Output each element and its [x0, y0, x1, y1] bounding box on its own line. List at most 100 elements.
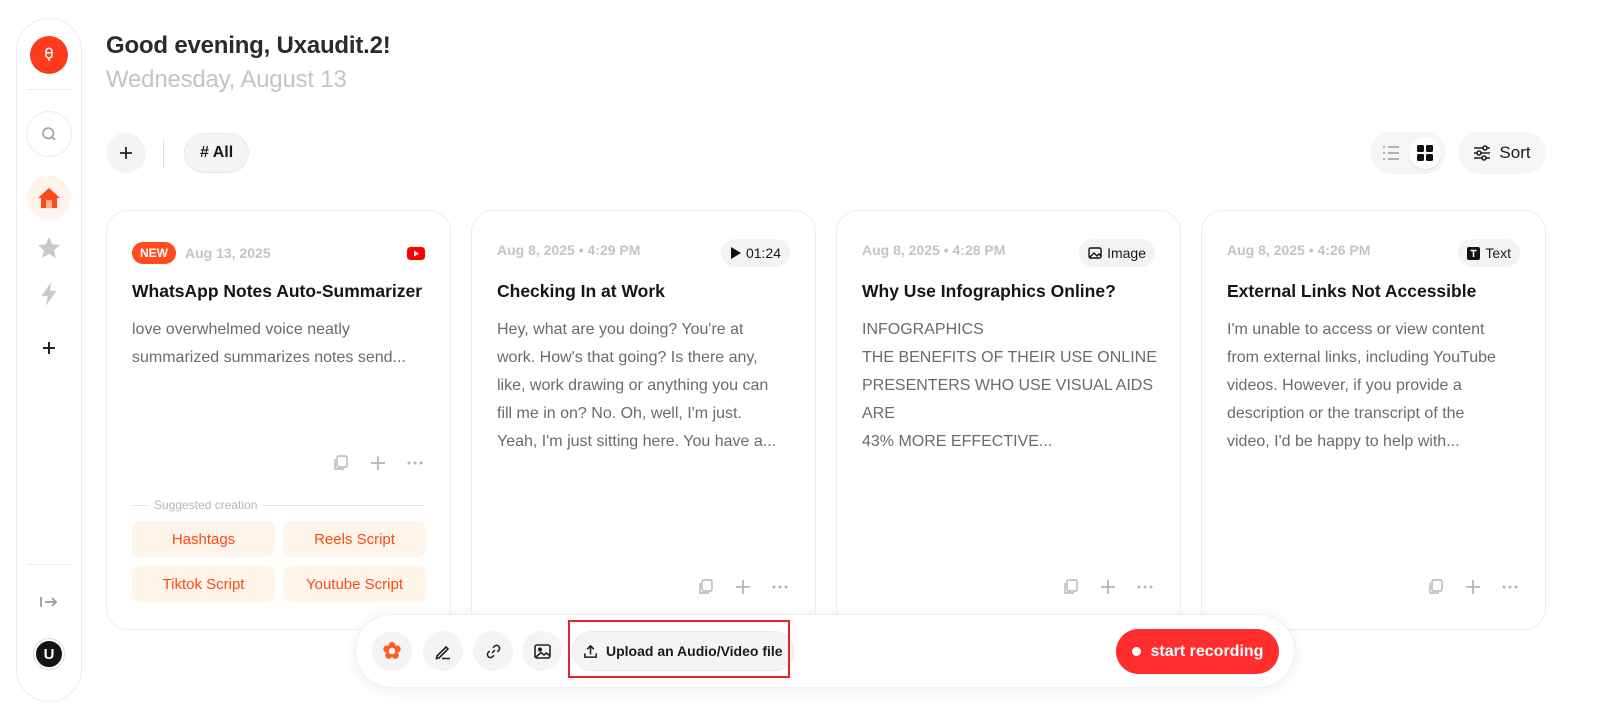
plus-icon: [736, 580, 750, 594]
plus-icon: [43, 342, 55, 354]
tag-filter-all[interactable]: # All: [184, 133, 250, 173]
plus-icon: [120, 147, 132, 159]
add-to-collection-button[interactable]: [369, 454, 387, 472]
card-preview-line: from external links, including YouTube: [1227, 349, 1496, 366]
more-options-button[interactable]: [1501, 578, 1519, 596]
sidebar-item-home[interactable]: [27, 176, 71, 220]
card-meta: Aug 8, 2025 • 4:29 PM: [497, 242, 640, 258]
card-actions: [1062, 578, 1154, 596]
card-meta: Aug 8, 2025 • 4:26 PM: [1227, 242, 1370, 258]
new-badge: NEW: [132, 242, 176, 264]
card-preview-line: Yeah, I'm just sitting here. You have a.…: [497, 433, 777, 450]
note-card[interactable]: Aug 8, 2025 • 4:26 PM Text External Link…: [1201, 210, 1546, 630]
add-to-collection-button[interactable]: [734, 578, 752, 596]
card-preview: INFOGRAPHICS THE BENEFITS OF THEIR USE O…: [862, 316, 1158, 456]
app-logo[interactable]: [30, 36, 68, 74]
start-recording-label: start recording: [1150, 642, 1264, 660]
card-preview: I'm unable to access or view content fro…: [1227, 316, 1523, 456]
note-card[interactable]: NEW Aug 13, 2025 WhatsApp Notes Auto-Sum…: [106, 210, 451, 630]
card-title: WhatsApp Notes Auto-Summarizer: [132, 281, 423, 301]
add-image-button[interactable]: [522, 631, 562, 671]
card-preview-line: summarized summarizes notes send...: [132, 349, 406, 366]
suggestion-chip-tiktok-script[interactable]: Tiktok Script: [132, 566, 275, 602]
search-button[interactable]: [26, 111, 72, 157]
sort-button[interactable]: Sort: [1458, 132, 1546, 174]
grid-view-button[interactable]: [1409, 137, 1441, 169]
plus-icon: [1101, 580, 1115, 594]
suggested-creation-text: Suggested creation: [154, 498, 258, 512]
copy-icon: [334, 455, 348, 470]
card-preview: love overwhelmed voice neatly summarized…: [132, 316, 428, 372]
card-meta: Aug 8, 2025 • 4:28 PM: [862, 242, 1005, 258]
sidebar-collapse-button[interactable]: [31, 584, 67, 620]
sidebar-divider: [27, 89, 71, 90]
card-actions: [1427, 578, 1519, 596]
card-type-badge: Text: [1458, 239, 1520, 267]
sidebar-item-automations[interactable]: [31, 276, 67, 312]
card-date: Aug 8, 2025 • 4:28 PM: [862, 242, 1006, 258]
audio-duration: 01:24: [745, 245, 781, 261]
add-tag-button[interactable]: [106, 133, 146, 173]
more-options-button[interactable]: [771, 578, 789, 596]
copy-icon: [1429, 579, 1443, 594]
copy-button[interactable]: [1062, 578, 1080, 596]
start-recording-button[interactable]: start recording: [1116, 629, 1279, 674]
ai-create-button[interactable]: [372, 631, 412, 671]
card-meta: NEW Aug 13, 2025: [132, 242, 271, 264]
copy-button[interactable]: [332, 454, 350, 472]
card-preview-line: Hey, what are you doing? You're at: [497, 321, 744, 338]
add-to-collection-button[interactable]: [1099, 578, 1117, 596]
suggestion-chip-hashtags[interactable]: Hashtags: [132, 521, 275, 557]
sliders-icon: [1474, 145, 1491, 161]
list-view-button[interactable]: [1375, 137, 1407, 169]
view-mode-toggle: [1370, 132, 1446, 174]
card-preview-line: THE BENEFITS OF THEIR USE ONLINE: [862, 349, 1157, 366]
home-icon: [38, 188, 60, 208]
current-date: Wednesday, August 13: [106, 66, 347, 93]
copy-icon: [699, 579, 713, 594]
sidebar-add-button[interactable]: [31, 330, 67, 366]
lightning-icon: [41, 282, 57, 306]
card-type-badge: [407, 239, 425, 267]
card-actions: [697, 578, 789, 596]
copy-icon: [1064, 579, 1078, 594]
more-options-button[interactable]: [406, 454, 424, 472]
text-icon: [1467, 246, 1481, 260]
sidebar-divider: [27, 564, 71, 565]
link-icon: [486, 644, 500, 658]
grid-icon: [1417, 145, 1433, 161]
add-link-button[interactable]: [473, 631, 513, 671]
sort-label: Sort: [1499, 143, 1531, 162]
card-preview-line: PRESENTERS WHO USE VISUAL AIDS: [862, 377, 1154, 394]
card-title: Checking In at Work: [497, 281, 665, 301]
copy-button[interactable]: [1427, 578, 1445, 596]
card-type-label: Image: [1107, 245, 1146, 261]
search-icon: [42, 127, 56, 141]
user-avatar[interactable]: U: [34, 639, 64, 669]
microphone-logo-icon: [45, 47, 53, 61]
plus-icon: [371, 456, 385, 470]
card-preview-line: love overwhelmed voice neatly: [132, 321, 350, 338]
play-icon: [730, 247, 741, 259]
add-to-collection-button[interactable]: [1464, 578, 1482, 596]
sidebar-item-favorites[interactable]: [31, 230, 67, 266]
card-actions: [332, 454, 424, 472]
collapse-arrow-icon: [40, 597, 58, 607]
suggestion-chip-youtube-script[interactable]: Youtube Script: [283, 566, 426, 602]
pen-icon: [435, 645, 450, 660]
suggestion-chip-reels-script[interactable]: Reels Script: [283, 521, 426, 557]
card-date: Aug 8, 2025 • 4:26 PM: [1227, 242, 1371, 258]
note-card[interactable]: Aug 8, 2025 • 4:28 PM Image Why Use Info…: [836, 210, 1181, 630]
capture-toolbar: Upload an Audio/Video file start recordi…: [355, 614, 1295, 688]
card-preview-line: video, I'd be happy to help with...: [1227, 433, 1460, 450]
image-icon: [1088, 247, 1102, 259]
write-note-button[interactable]: [423, 631, 463, 671]
card-preview-line: INFOGRAPHICS: [862, 321, 984, 338]
flower-icon: [383, 642, 401, 659]
app-page: U Good evening, Uxaudit.2! Wednesday, Au…: [0, 0, 1600, 719]
card-preview-line: 43% MORE EFFECTIVE...: [862, 433, 1053, 450]
note-card[interactable]: Aug 8, 2025 • 4:29 PM 01:24 Checking In …: [471, 210, 816, 630]
copy-button[interactable]: [697, 578, 715, 596]
card-preview: Hey, what are you doing? You're at work.…: [497, 316, 793, 456]
more-options-button[interactable]: [1136, 578, 1154, 596]
